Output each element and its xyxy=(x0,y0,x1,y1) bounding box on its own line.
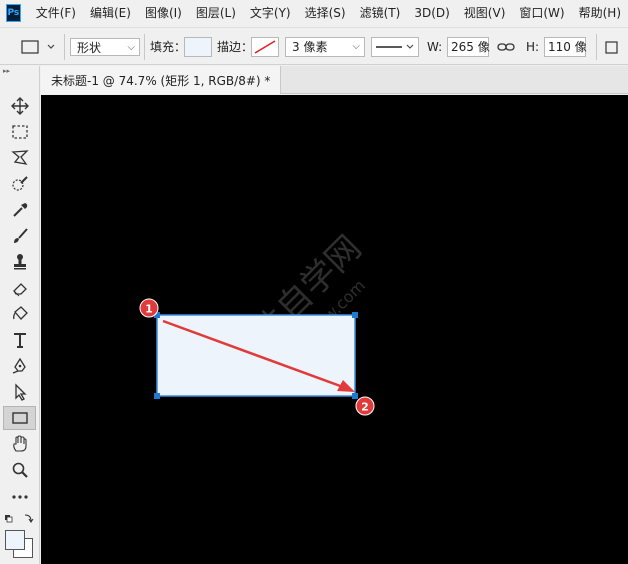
menu-file[interactable]: 文件(F) xyxy=(29,0,83,26)
document-tab-bar: 未标题-1 @ 74.7% (矩形 1, RGB/8#) * xyxy=(41,66,628,94)
tool-mode-select[interactable]: 形状 ⌵ xyxy=(70,38,140,56)
separator xyxy=(596,34,597,60)
height-value: 110 像 xyxy=(548,40,587,54)
rectangle-icon xyxy=(11,412,28,424)
tools-panel: ▸▸ xyxy=(0,66,40,564)
menu-window[interactable]: 窗口(W) xyxy=(512,0,571,26)
options-bar: 形状 ⌵ 填充： 描边： 3 像素 ⌵ W: 265 像 H: 110 像 xyxy=(0,27,628,65)
anchor-point[interactable] xyxy=(352,312,358,318)
menu-edit[interactable]: 编辑(E) xyxy=(83,0,138,26)
app-logo: Ps xyxy=(6,4,21,22)
brush-tool[interactable] xyxy=(3,224,36,248)
type-icon xyxy=(13,333,26,348)
menu-view[interactable]: 视图(V) xyxy=(457,0,513,26)
marker-1: 1 xyxy=(139,298,159,318)
menu-3d[interactable]: 3D(D) xyxy=(407,0,456,26)
height-label: H: xyxy=(526,40,540,54)
marker-2: 2 xyxy=(355,396,375,416)
path-operations-button[interactable] xyxy=(604,37,620,57)
document-canvas[interactable]: 软件自学网 www.rjzxw.com 1 2 xyxy=(41,95,628,564)
paint-bucket-tool[interactable] xyxy=(3,302,36,326)
tool-preset-picker[interactable] xyxy=(20,37,60,57)
hand-tool[interactable] xyxy=(3,432,36,456)
rectangle-tool[interactable] xyxy=(3,406,36,430)
document-tab[interactable]: 未标题-1 @ 74.7% (矩形 1, RGB/8#) * xyxy=(41,66,282,94)
stroke-width-select[interactable]: 3 像素 ⌵ xyxy=(285,37,365,57)
swap-colors-icon xyxy=(5,514,34,523)
stroke-type-select[interactable] xyxy=(371,37,419,57)
link-icon xyxy=(497,43,515,51)
pen-icon xyxy=(12,357,26,374)
canvas-artwork: 软件自学网 www.rjzxw.com 1 2 xyxy=(139,228,375,416)
chevron-down-icon: ⌵ xyxy=(352,41,360,52)
rectangular-marquee-icon xyxy=(11,125,28,139)
quick-selection-icon xyxy=(11,176,28,191)
separator xyxy=(144,34,145,60)
panel-collapse-icon[interactable]: ▸▸ xyxy=(0,66,39,76)
eraser-icon xyxy=(12,283,27,297)
zoom-tool[interactable] xyxy=(3,458,36,482)
width-label: W: xyxy=(427,40,443,54)
color-swap-controls[interactable] xyxy=(3,512,37,526)
chevron-down-icon: ⌵ xyxy=(127,42,135,53)
type-tool[interactable] xyxy=(3,328,36,352)
solid-line-icon xyxy=(376,44,414,49)
fill-color xyxy=(185,38,211,56)
menu-help[interactable]: 帮助(H) xyxy=(572,0,628,26)
more-tools-button[interactable] xyxy=(3,484,36,508)
eyedropper-icon xyxy=(12,203,27,217)
eyedropper-tool[interactable] xyxy=(3,198,36,222)
more-icon xyxy=(11,495,28,499)
link-dimensions-button[interactable] xyxy=(496,37,516,57)
pen-tool[interactable] xyxy=(3,354,36,378)
quick-selection-tool[interactable] xyxy=(3,172,36,196)
fill-swatch[interactable] xyxy=(184,37,212,57)
stroke-swatch[interactable] xyxy=(251,37,279,57)
stroke-label: 描边： xyxy=(217,40,254,54)
stamp-icon xyxy=(13,254,26,270)
anchor-point[interactable] xyxy=(154,393,160,399)
eraser-tool[interactable] xyxy=(3,276,36,300)
width-input[interactable]: 265 像 xyxy=(447,37,490,57)
menu-type[interactable]: 文字(Y) xyxy=(243,0,298,26)
move-tool[interactable] xyxy=(3,94,36,118)
menu-filter[interactable]: 滤镜(T) xyxy=(353,0,408,26)
clone-stamp-tool[interactable] xyxy=(3,250,36,274)
path-selection-tool[interactable] xyxy=(3,380,36,404)
paint-bucket-icon xyxy=(12,306,28,320)
stroke-width-value: 3 像素 xyxy=(292,40,328,54)
tool-mode-value: 形状 xyxy=(77,41,102,55)
fill-label: 填充： xyxy=(150,40,187,54)
menu-image[interactable]: 图像(I) xyxy=(138,0,189,26)
path-operations-icon xyxy=(605,41,618,54)
brush-icon xyxy=(13,228,28,243)
menu-bar: Ps 文件(F) 编辑(E) 图像(I) 图层(L) 文字(Y) 选择(S) 滤… xyxy=(0,0,628,26)
height-input[interactable]: 110 像 xyxy=(544,37,587,57)
document-tab-title: 未标题-1 @ 74.7% (矩形 1, RGB/8#) * xyxy=(51,73,271,88)
rectangle-preset-icon xyxy=(21,40,55,54)
arrow-cursor-icon xyxy=(14,383,27,401)
menu-layer[interactable]: 图层(L) xyxy=(189,0,243,26)
menu-select[interactable]: 选择(S) xyxy=(298,0,353,26)
width-value: 265 像 xyxy=(451,40,490,54)
polygonal-lasso-icon xyxy=(10,150,29,165)
marquee-tool[interactable] xyxy=(3,120,36,144)
anchor-point[interactable] xyxy=(352,393,358,399)
magnifier-icon xyxy=(12,462,28,478)
marker-2-label: 2 xyxy=(361,401,369,414)
lasso-tool[interactable] xyxy=(3,146,36,170)
no-stroke-icon xyxy=(254,40,276,54)
color-swatches[interactable] xyxy=(3,528,37,560)
move-icon xyxy=(10,97,29,115)
hand-icon xyxy=(12,435,27,452)
marker-1-label: 1 xyxy=(145,303,153,316)
separator xyxy=(64,34,65,60)
foreground-color-swatch[interactable] xyxy=(5,530,25,550)
